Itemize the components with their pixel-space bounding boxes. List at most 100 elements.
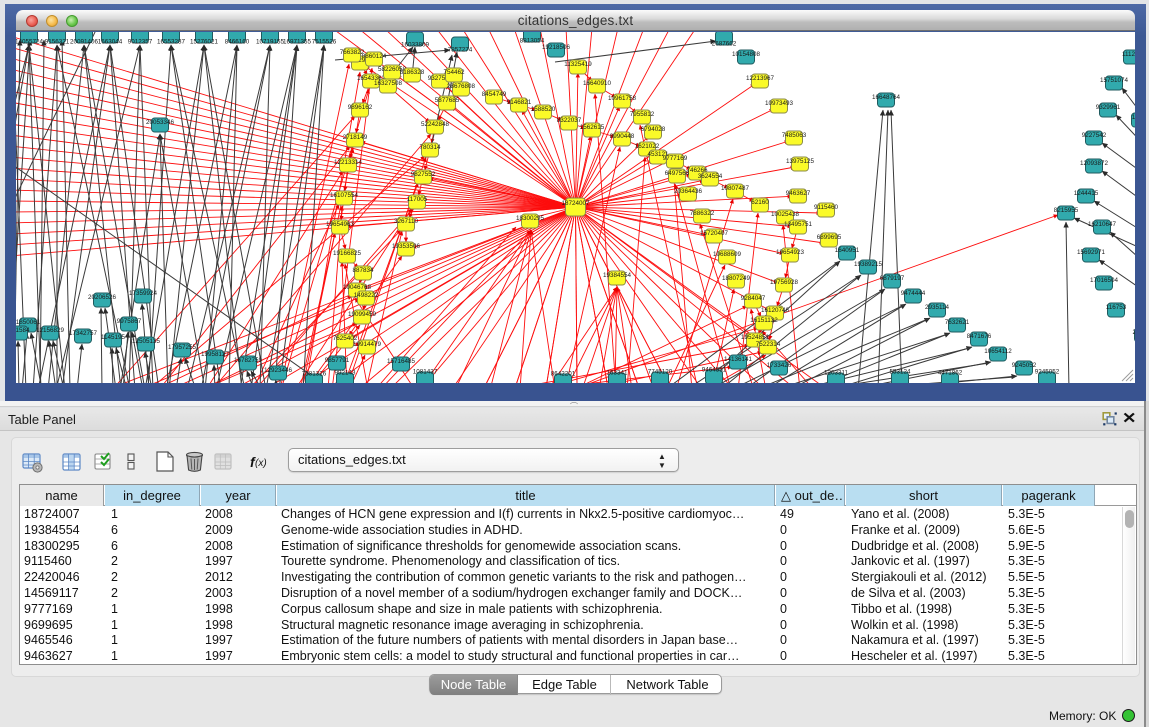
svg-text:9227542: 9227542 [1082,132,1107,139]
svg-text:391584: 391584 [16,327,30,334]
svg-text:10973493: 10973493 [765,100,794,107]
svg-text:10654112: 10654112 [984,348,1012,355]
svg-text:19166825: 19166825 [333,250,362,257]
svg-text:15692971: 15692971 [1077,249,1106,256]
svg-text:111243: 111243 [1122,51,1135,58]
svg-text:3624554: 3624554 [698,173,723,180]
svg-text:1244415: 1244415 [1074,190,1099,197]
svg-text:15716485: 15716485 [387,358,416,365]
svg-text:1498222: 1498222 [354,292,379,299]
svg-text:28676808: 28676808 [447,83,476,90]
svg-text:19353506: 19353506 [392,243,421,250]
svg-text:1733426: 1733426 [767,362,792,369]
svg-text:5877685: 5877685 [435,97,460,104]
svg-text:10025438: 10025438 [771,211,800,218]
svg-text:19654963: 19654963 [326,221,355,228]
svg-text:3267110: 3267110 [394,218,419,225]
svg-text:1203311: 1203311 [824,370,849,377]
svg-text:16151132: 16151132 [750,317,778,324]
svg-text:19218506: 19218506 [542,44,571,51]
svg-text:8215955: 8215955 [1054,207,1079,214]
svg-text:14136141: 14136141 [724,356,753,363]
svg-text:15276021: 15276021 [190,39,219,46]
svg-text:15751074: 15751074 [1100,77,1129,84]
svg-text:9464551: 9464551 [702,367,727,374]
svg-text:1145195: 1145195 [101,334,126,341]
svg-text:14055724: 14055724 [16,39,43,46]
svg-text:553124: 553124 [889,369,911,376]
svg-text:13975125: 13975125 [786,158,815,165]
svg-text:7881326: 7881326 [302,371,327,378]
svg-text:52242848: 52242848 [421,121,450,128]
svg-text:12505135: 12505135 [132,338,161,345]
svg-text:9827552: 9827552 [411,171,436,178]
svg-text:1640951: 1640951 [835,247,860,254]
svg-text:8642201: 8642201 [551,371,576,378]
svg-text:12093872: 12093872 [1080,160,1109,167]
svg-text:19756928: 19756928 [770,279,799,286]
svg-text:9284047: 9284047 [741,295,766,302]
svg-text:8471676: 8471676 [967,333,992,340]
svg-text:8186328: 8186328 [400,69,425,76]
svg-text:9012357: 9012357 [128,39,153,46]
svg-text:12213967: 12213967 [746,75,775,82]
svg-text:8454749: 8454749 [482,91,507,98]
svg-text:7515526: 7515526 [312,39,337,46]
svg-text:19389215: 19389215 [854,261,883,268]
svg-text:7857274: 7857274 [448,47,473,54]
svg-text:7485063: 7485063 [782,132,807,139]
svg-text:163341: 163341 [606,370,628,377]
svg-text:16782759: 16782759 [234,357,263,364]
svg-text:992143: 992143 [334,370,356,377]
svg-text:2687662: 2687662 [712,41,737,48]
svg-text:10807487: 10807487 [721,185,750,192]
svg-text:10719155: 10719155 [256,39,285,46]
svg-text:6497568: 6497568 [665,170,690,177]
svg-text:1081437: 1081437 [413,369,438,376]
svg-text:1562615: 1562615 [580,124,605,131]
svg-text:15720407: 15720407 [700,230,729,237]
svg-text:9115460: 9115460 [814,204,839,211]
svg-text:10154808: 10154808 [732,51,761,58]
svg-text:8990448: 8990448 [610,133,635,140]
svg-text:20053346: 20053346 [146,119,175,126]
svg-text:2718149: 2718149 [343,134,368,141]
svg-text:8466160: 8466160 [225,39,250,46]
svg-text:16327508: 16327508 [374,80,403,87]
svg-text:9245052: 9245052 [1012,362,1037,369]
svg-text:7886322: 7886322 [690,210,715,217]
svg-text:16210647: 16210647 [1088,221,1117,228]
svg-text:2935114: 2935114 [925,304,950,311]
svg-text:754462: 754462 [443,69,465,76]
svg-text:62160: 62160 [751,199,769,206]
svg-text:17957255: 17957255 [168,344,197,351]
svg-text:887834: 887834 [352,267,374,274]
svg-text:20206526: 20206526 [88,294,117,301]
svg-text:8322037: 8322037 [557,117,582,124]
svg-text:19654923: 19654923 [776,249,805,256]
svg-text:19099459: 19099459 [348,311,377,318]
svg-text:(x): (x) [255,458,267,469]
svg-text:9857791: 9857791 [325,357,350,364]
svg-text:9777169: 9777169 [663,155,688,162]
svg-text:10046768: 10046768 [343,284,372,291]
svg-text:10961758: 10961758 [608,95,637,102]
svg-text:16648764: 16648764 [872,94,901,101]
svg-text:16120746: 16120746 [761,307,790,314]
svg-text:11325419: 11325419 [564,61,592,68]
svg-text:117005: 117005 [407,196,428,203]
svg-text:12923446: 12923446 [264,367,293,374]
svg-text:1850061: 1850061 [16,319,41,326]
svg-text:7745120: 7745120 [648,369,673,376]
svg-text:1621022: 1621022 [635,143,660,150]
svg-text:16107554: 16107554 [330,192,359,199]
svg-text:10688609: 10688609 [713,251,742,258]
svg-text:17342757: 17342757 [69,330,98,337]
svg-text:16640910: 16640910 [583,80,612,87]
svg-text:16553287: 16553287 [157,39,186,46]
svg-text:1663044: 1663044 [98,39,123,46]
svg-text:6794028: 6794028 [641,126,666,133]
svg-text:9245052: 9245052 [1035,369,1060,376]
svg-text:17016504: 17016504 [1090,277,1119,284]
svg-text:780314: 780314 [419,144,441,151]
